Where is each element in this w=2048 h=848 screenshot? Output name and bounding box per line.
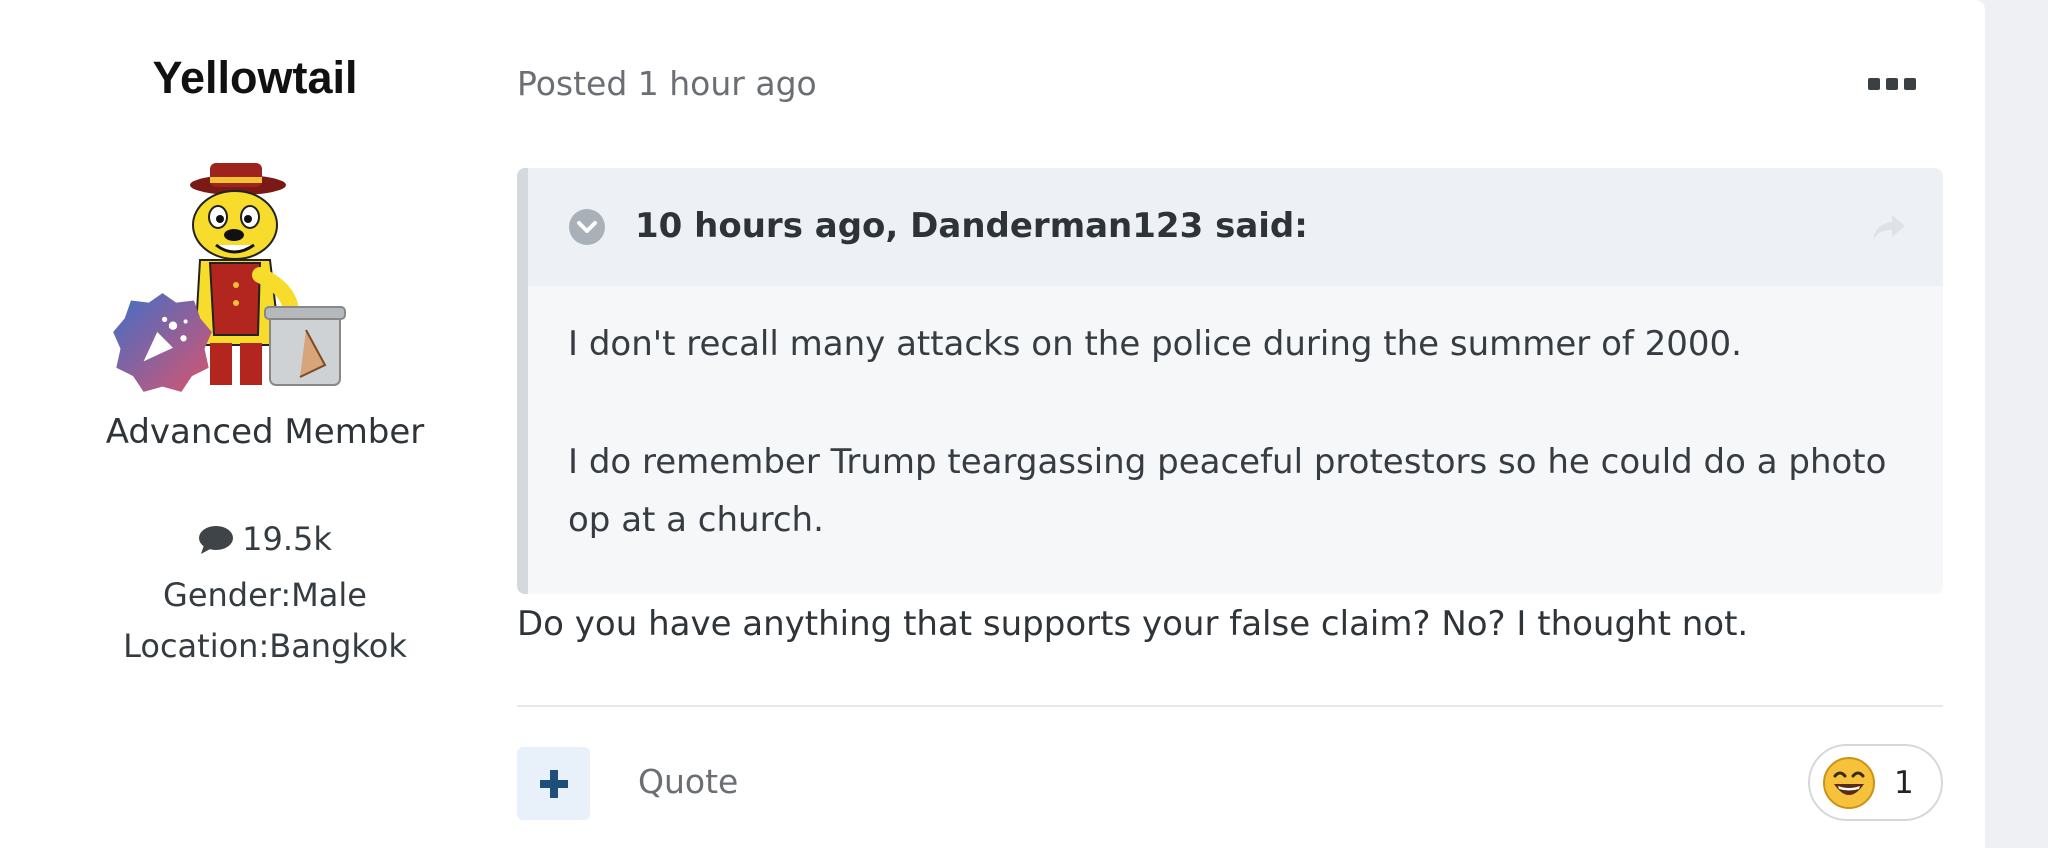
chevron-down-circle-icon[interactable] xyxy=(568,208,606,246)
plus-icon xyxy=(539,769,568,798)
post-timestamp[interactable]: Posted 1 hour ago xyxy=(517,64,817,103)
author-stats: 19.5k Gender:Male Location:Bangkok xyxy=(60,514,470,672)
reaction-button[interactable]: 1 xyxy=(1808,744,1943,821)
author-name[interactable]: Yellowtail xyxy=(60,52,450,104)
share-arrow-icon[interactable] xyxy=(1872,212,1906,242)
quote-paragraph: I don't recall many attacks on the polic… xyxy=(568,324,1742,364)
author-gender: Gender:Male xyxy=(163,575,367,614)
quote-button[interactable]: Quote xyxy=(638,762,738,801)
author-avatar[interactable] xyxy=(110,155,350,395)
quote-block: 10 hours ago, Danderman123 said: I don't… xyxy=(517,168,1943,594)
speech-bubble-icon xyxy=(199,525,234,554)
author-location: Location:Bangkok xyxy=(123,626,407,665)
post-card: Yellowtail Advanced Member 19.5k Gender:… xyxy=(0,0,1985,848)
rank-badge-icon xyxy=(113,293,212,392)
reaction-count: 1 xyxy=(1894,764,1914,801)
post-count-stat: 19.5k xyxy=(198,514,332,565)
add-reply-button[interactable] xyxy=(517,747,590,820)
page-background xyxy=(1985,0,2048,848)
quote-citation[interactable]: 10 hours ago, Danderman123 said: xyxy=(635,206,1308,246)
quote-paragraph: I do remember Trump teargassing peaceful… xyxy=(568,442,1887,540)
ellipsis-icon[interactable] xyxy=(1868,75,1916,93)
quote-header: 10 hours ago, Danderman123 said: xyxy=(528,168,1943,286)
post-count: 19.5k xyxy=(242,520,332,558)
laughing-emoji-icon xyxy=(1823,756,1875,809)
post-divider xyxy=(517,705,1943,707)
author-rank: Advanced Member xyxy=(105,412,425,452)
post-body-text: Do you have anything that supports your … xyxy=(517,604,1749,644)
